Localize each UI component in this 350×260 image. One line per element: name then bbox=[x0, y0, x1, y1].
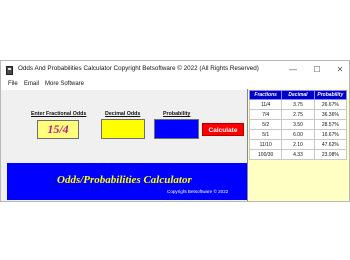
decimal-odds-output bbox=[101, 119, 145, 139]
cell-decimal[interactable]: 3.75 bbox=[281, 99, 315, 110]
table-row[interactable]: 11/10 2.10 47.62% bbox=[248, 139, 348, 150]
odds-table: Fractions Decimal Probability 11/4 3.75 … bbox=[248, 90, 348, 160]
table-row[interactable]: 5/2 3.50 28.57% bbox=[248, 119, 348, 130]
probability-label: Probability bbox=[163, 111, 191, 117]
cell-decimal[interactable]: 6.00 bbox=[281, 129, 315, 140]
fractional-odds-label: Enter Fractional Odds bbox=[31, 111, 87, 117]
cell-probability[interactable]: 47.62% bbox=[313, 139, 348, 150]
table-row[interactable]: 5/1 6.00 16.67% bbox=[248, 129, 348, 140]
calculate-button[interactable]: Calculate bbox=[202, 123, 244, 136]
title-bar[interactable]: Odds And Probabilities Calculator Copyri… bbox=[1, 61, 349, 80]
decimal-odds-label: Decimal Odds bbox=[105, 111, 141, 117]
table-row[interactable]: 11/4 3.75 26.67% bbox=[248, 99, 348, 110]
banner-copyright: Copyright Betsoftware © 2022 bbox=[167, 189, 229, 194]
column-header-fractions[interactable]: Fractions bbox=[248, 90, 283, 100]
app-window: Odds And Probabilities Calculator Copyri… bbox=[0, 60, 350, 202]
maximize-button[interactable]: ☐ bbox=[309, 63, 325, 77]
cell-fraction[interactable]: 11/10 bbox=[248, 139, 283, 150]
cell-decimal[interactable]: 2.75 bbox=[281, 109, 315, 120]
cell-fraction[interactable]: 100/30 bbox=[248, 149, 283, 160]
column-header-probability[interactable]: Probability bbox=[313, 90, 348, 100]
menu-email[interactable]: Email bbox=[24, 81, 39, 87]
cell-fraction[interactable]: 7/4 bbox=[248, 109, 283, 120]
table-header-row: Fractions Decimal Probability bbox=[248, 90, 348, 100]
odds-table-panel: Fractions Decimal Probability 11/4 3.75 … bbox=[247, 89, 349, 201]
app-banner: Odds/Probabilities Calculator Copyright … bbox=[7, 163, 247, 200]
cell-decimal[interactable]: 3.50 bbox=[281, 119, 315, 130]
cell-fraction[interactable]: 5/1 bbox=[248, 129, 283, 140]
cell-probability[interactable]: 26.67% bbox=[313, 99, 348, 110]
cell-probability[interactable]: 28.57% bbox=[313, 119, 348, 130]
menu-file[interactable]: File bbox=[8, 81, 18, 87]
cell-decimal[interactable]: 2.10 bbox=[281, 139, 315, 150]
cell-probability[interactable]: 36.36% bbox=[313, 109, 348, 120]
probability-output bbox=[154, 119, 199, 139]
table-row[interactable]: 7/4 2.75 36.36% bbox=[248, 109, 348, 120]
cell-probability[interactable]: 23.08% bbox=[313, 149, 348, 160]
close-button[interactable]: ✕ bbox=[332, 63, 348, 77]
cell-fraction[interactable]: 11/4 bbox=[248, 99, 283, 110]
cell-fraction[interactable]: 5/2 bbox=[248, 119, 283, 130]
fractional-odds-input[interactable]: 15/4 bbox=[37, 120, 79, 139]
menu-more-software[interactable]: More Software bbox=[45, 81, 84, 87]
minimize-button[interactable]: — bbox=[285, 63, 301, 77]
table-row[interactable]: 100/30 4.33 23.08% bbox=[248, 149, 348, 160]
cell-decimal[interactable]: 4.33 bbox=[281, 149, 315, 160]
calculator-icon bbox=[6, 66, 13, 75]
window-title: Odds And Probabilities Calculator Copyri… bbox=[18, 65, 259, 72]
cell-probability[interactable]: 16.67% bbox=[313, 129, 348, 140]
banner-title: Odds/Probabilities Calculator bbox=[57, 174, 192, 186]
column-header-decimal[interactable]: Decimal bbox=[281, 90, 315, 100]
